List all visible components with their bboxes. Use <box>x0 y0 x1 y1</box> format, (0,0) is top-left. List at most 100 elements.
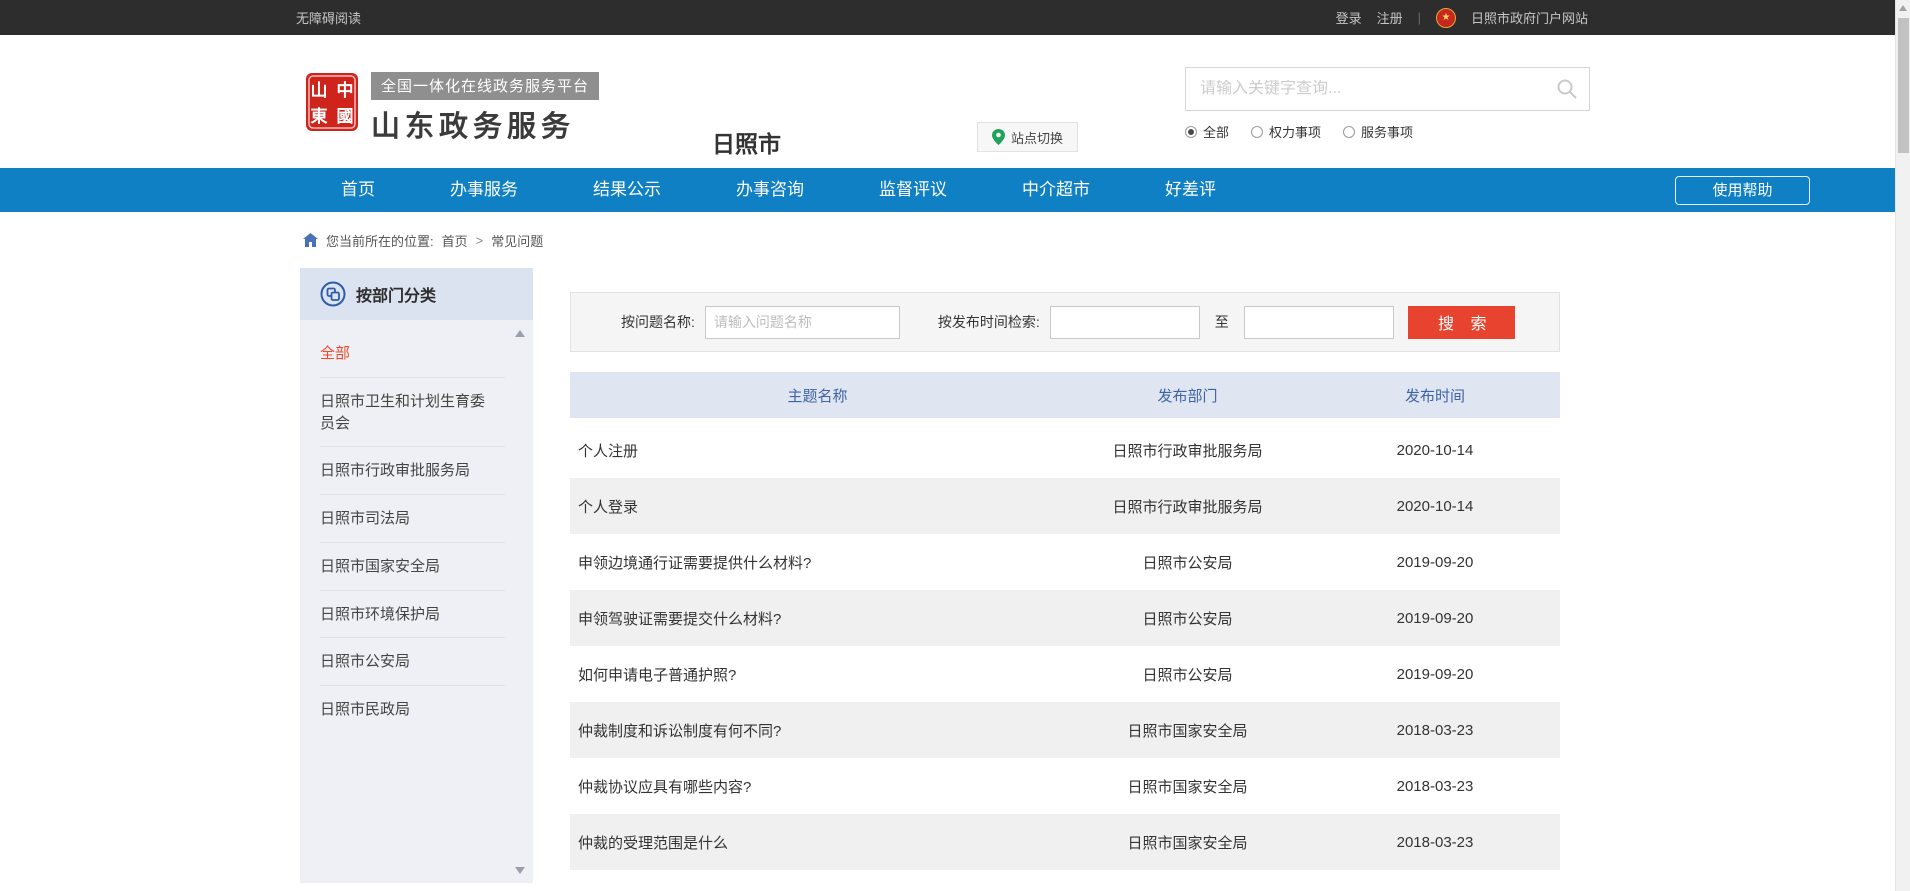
site-switch-label: 站点切换 <box>1011 128 1063 147</box>
brand-title: 山东政务服务 <box>371 103 599 145</box>
table-row[interactable]: 仲裁制度和诉讼制度有何不同? 日照市国家安全局 2018-03-23 <box>570 702 1560 758</box>
table-row[interactable]: 仲裁的受理范围是什么 日照市国家安全局 2018-03-23 <box>570 814 1560 870</box>
logo[interactable]: 山 中 東 國 全国一体化在线政务服务平台 山东政务服务 <box>305 72 599 145</box>
site-switch-button[interactable]: 站点切换 <box>977 122 1078 152</box>
svg-text:山: 山 <box>311 81 328 100</box>
publish-department: 日照市行政审批服务局 <box>1065 440 1310 461</box>
radio-icon <box>1343 126 1355 138</box>
sidebar-item-label: 日照市卫生和计划生育委员会 <box>320 393 485 432</box>
vertical-scrollbar[interactable] <box>1895 0 1910 891</box>
date-to-input[interactable] <box>1244 306 1394 339</box>
accessibility-link[interactable]: 无障碍阅读 <box>296 8 361 27</box>
category-icon <box>320 281 346 307</box>
date-from-input[interactable] <box>1050 306 1200 339</box>
shandong-seal-icon: 山 中 東 國 <box>305 72 359 132</box>
question-title[interactable]: 申领驾驶证需要提交什么材料? <box>570 608 1065 629</box>
scrollbar-thumb[interactable] <box>1898 18 1909 153</box>
sidebar-item-department[interactable]: 日照市卫生和计划生育委员会 <box>300 378 533 448</box>
city-name: 日照市 <box>712 125 781 159</box>
search-scope-radio[interactable]: 服务事项 <box>1343 122 1413 141</box>
publish-date: 2018-03-23 <box>1310 722 1560 739</box>
sidebar-scroll-up-icon[interactable] <box>515 330 525 337</box>
sidebar-item-label: 日照市环境保护局 <box>320 606 440 623</box>
sidebar-item-department[interactable]: 日照市行政审批服务局 <box>300 447 533 495</box>
question-name-input[interactable] <box>705 306 900 339</box>
question-title[interactable]: 个人登录 <box>570 496 1065 517</box>
faq-table: 主题名称 发布部门 发布时间 个人注册 日照市行政审批服务局 2020-10-1… <box>570 372 1560 870</box>
col-header-title: 主题名称 <box>570 385 1065 406</box>
sidebar-item-department[interactable]: 日照市国家安全局 <box>300 543 533 591</box>
department-sidebar: 按部门分类 全部 日照市卫生和计划生育委员会 日照市行政审批服务局 日照市司法局… <box>300 268 533 883</box>
nav-item[interactable]: 办事服务 <box>450 168 518 212</box>
search-scope-group: 全部 权力事项 服务事项 <box>1185 122 1590 141</box>
question-title[interactable]: 仲裁协议应具有哪些内容? <box>570 776 1065 797</box>
radio-label: 权力事项 <box>1269 122 1321 141</box>
table-body: 个人注册 日照市行政审批服务局 2020-10-14 个人登录 日照市行政审批服… <box>570 422 1560 870</box>
location-pin-icon <box>992 129 1005 145</box>
sidebar-list: 全部 日照市卫生和计划生育委员会 日照市行政审批服务局 日照市司法局 日照市国家… <box>300 330 533 734</box>
site-header: 山 中 東 國 全国一体化在线政务服务平台 山东政务服务 日照市 站点切换 <box>0 35 1910 168</box>
question-name-label: 按问题名称: <box>621 312 695 332</box>
question-title[interactable]: 个人注册 <box>570 440 1065 461</box>
publish-date: 2019-09-20 <box>1310 610 1560 627</box>
radio-icon <box>1185 126 1197 138</box>
sidebar-item-department[interactable]: 日照市民政局 <box>300 686 533 734</box>
col-header-department: 发布部门 <box>1065 385 1310 406</box>
question-title[interactable]: 仲裁的受理范围是什么 <box>570 832 1065 853</box>
nav-item[interactable]: 监督评议 <box>879 168 947 212</box>
keyword-search-input[interactable] <box>1200 80 1555 98</box>
portal-link[interactable]: 日照市政府门户网站 <box>1471 8 1588 27</box>
nav-list: 首页 办事服务 结果公示 办事咨询 监督评议 中介超市 好差评 <box>0 168 1910 212</box>
nav-item[interactable]: 好差评 <box>1165 168 1216 212</box>
sidebar-item-label: 全部 <box>320 345 350 362</box>
svg-text:東: 東 <box>311 106 328 126</box>
radio-label: 服务事项 <box>1361 122 1413 141</box>
publish-date: 2020-10-14 <box>1310 498 1560 515</box>
publish-date: 2019-09-20 <box>1310 666 1560 683</box>
sidebar-item-label: 日照市国家安全局 <box>320 558 440 575</box>
breadcrumb-prefix: 您当前所在的位置: <box>326 231 434 250</box>
radio-icon <box>1251 126 1263 138</box>
search-icon[interactable] <box>1555 77 1579 101</box>
table-row[interactable]: 仲裁协议应具有哪些内容? 日照市国家安全局 2018-03-23 <box>570 758 1560 814</box>
help-button[interactable]: 使用帮助 <box>1675 176 1810 205</box>
radio-label: 全部 <box>1203 122 1229 141</box>
nav-item[interactable]: 中介超市 <box>1022 168 1090 212</box>
content: 按部门分类 全部 日照市卫生和计划生育委员会 日照市行政审批服务局 日照市司法局… <box>0 268 1910 891</box>
scroll-up-arrow-icon[interactable] <box>1899 5 1907 11</box>
question-title[interactable]: 申领边境通行证需要提供什么材料? <box>570 552 1065 573</box>
topbar: 无障碍阅读 登录 注册 | ★ 日照市政府门户网站 <box>0 0 1910 35</box>
nav-item[interactable]: 办事咨询 <box>736 168 804 212</box>
question-title[interactable]: 如何申请电子普通护照? <box>570 664 1065 685</box>
sidebar-scroll-down-icon[interactable] <box>515 867 525 874</box>
login-link[interactable]: 登录 <box>1336 8 1362 27</box>
register-link[interactable]: 注册 <box>1377 8 1403 27</box>
sidebar-item-department[interactable]: 全部 <box>300 330 533 378</box>
table-row[interactable]: 如何申请电子普通护照? 日照市公安局 2019-09-20 <box>570 646 1560 702</box>
publish-date: 2018-03-23 <box>1310 778 1560 795</box>
nav-item[interactable]: 首页 <box>341 168 375 212</box>
question-title[interactable]: 仲裁制度和诉讼制度有何不同? <box>570 720 1065 741</box>
breadcrumb-current: 常见问题 <box>491 231 543 250</box>
breadcrumb-home[interactable]: 首页 <box>442 231 468 250</box>
sidebar-item-department[interactable]: 日照市公安局 <box>300 638 533 686</box>
sidebar-item-department[interactable]: 日照市环境保护局 <box>300 591 533 639</box>
publish-date: 2020-10-14 <box>1310 442 1560 459</box>
table-row[interactable]: 个人注册 日照市行政审批服务局 2020-10-14 <box>570 422 1560 478</box>
search-scope-radio[interactable]: 全部 <box>1185 122 1229 141</box>
table-row[interactable]: 个人登录 日照市行政审批服务局 2020-10-14 <box>570 478 1560 534</box>
publish-date: 2019-09-20 <box>1310 554 1560 571</box>
filter-bar: 按问题名称: 按发布时间检索: 至 搜 索 <box>570 292 1560 352</box>
main-panel: 按问题名称: 按发布时间检索: 至 搜 索 主题名称 发布部门 发布时间 个人注… <box>570 268 1560 870</box>
search-button[interactable]: 搜 索 <box>1408 306 1515 339</box>
sidebar-item-department[interactable]: 日照市司法局 <box>300 495 533 543</box>
table-row[interactable]: 申领驾驶证需要提交什么材料? 日照市公安局 2019-09-20 <box>570 590 1560 646</box>
publish-department: 日照市国家安全局 <box>1065 776 1310 797</box>
nav-item[interactable]: 结果公示 <box>593 168 661 212</box>
search-scope-radio[interactable]: 权力事项 <box>1251 122 1321 141</box>
publish-department: 日照市公安局 <box>1065 552 1310 573</box>
main-nav: 首页 办事服务 结果公示 办事咨询 监督评议 中介超市 好差评 使用帮助 <box>0 168 1910 212</box>
table-row[interactable]: 申领边境通行证需要提供什么材料? 日照市公安局 2019-09-20 <box>570 534 1560 590</box>
svg-text:中: 中 <box>337 80 354 100</box>
platform-badge: 全国一体化在线政务服务平台 <box>371 72 599 100</box>
